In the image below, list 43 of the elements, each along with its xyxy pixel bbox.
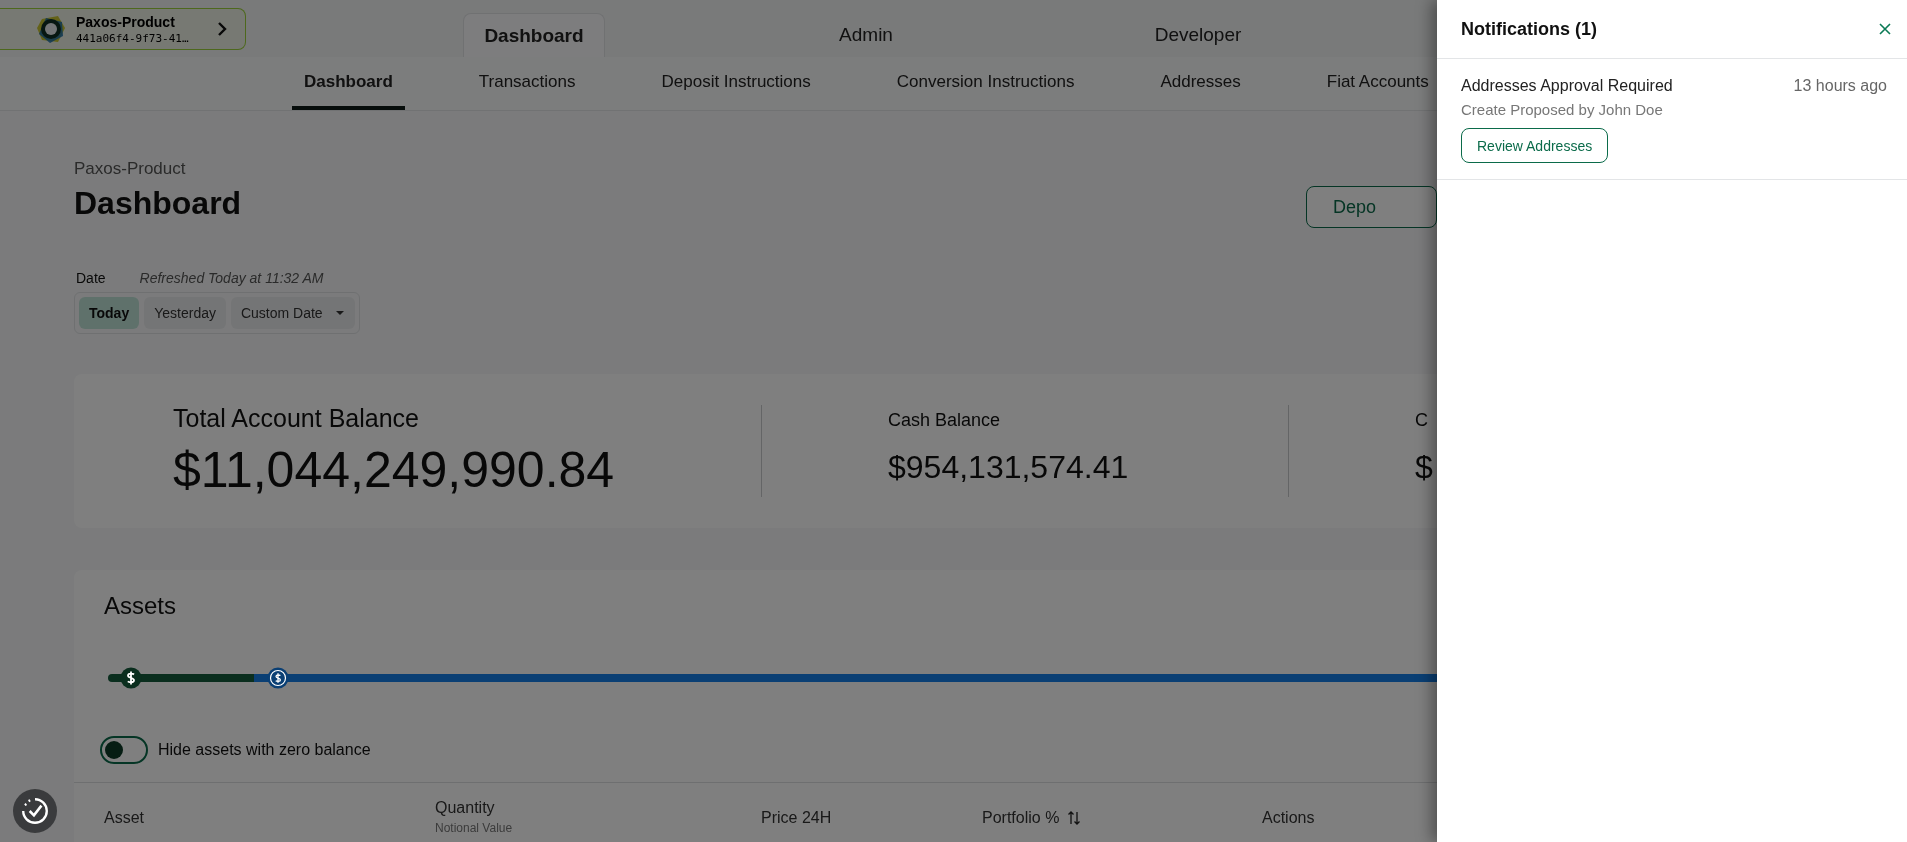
nav-tab[interactable]: Transactions xyxy=(466,57,588,110)
date-label: Date xyxy=(76,270,106,286)
toggle-switch[interactable] xyxy=(100,736,148,764)
page-title: Dashboard xyxy=(74,185,242,222)
column-header: Actions xyxy=(1262,809,1315,827)
toggle-label: Hide assets with zero balance xyxy=(158,741,371,759)
section-title: Assets xyxy=(103,591,178,620)
notification-subtitle: Create Proposed by John Doe xyxy=(1461,101,1664,118)
balance-label: Total Account Balance xyxy=(173,403,420,433)
nav-tab[interactable]: Dashboard xyxy=(292,57,405,110)
chevron-right-icon xyxy=(217,21,227,37)
nav-tab[interactable]: Conversion Instructions xyxy=(884,57,1087,110)
top-tab[interactable]: Admin xyxy=(795,13,937,57)
nav-tab[interactable]: Addresses xyxy=(1148,57,1253,110)
top-tab[interactable]: Dashboard xyxy=(463,13,605,57)
balance-label: Cash Balance xyxy=(888,410,1002,431)
balance-amount: $11,044,249,990.84 xyxy=(173,440,616,499)
top-tab[interactable]: Developer xyxy=(1127,13,1269,57)
balance-amount: $ xyxy=(1415,449,1434,486)
nav-tab[interactable]: Deposit Instructions xyxy=(649,57,823,110)
balance-label: C xyxy=(1415,410,1429,431)
date-dropdown[interactable]: Custom Date xyxy=(230,297,355,329)
date-option[interactable]: Yesterday xyxy=(144,297,226,329)
column-header: Asset xyxy=(104,809,144,827)
sort-icon[interactable] xyxy=(1067,810,1082,826)
column-header: Quantity xyxy=(435,799,495,817)
deposit-button[interactable]: Depo xyxy=(1305,186,1437,228)
close-icon[interactable] xyxy=(1877,21,1893,37)
notification-title: Addresses Approval Required xyxy=(1461,77,1673,95)
organization-switcher[interactable]: Paxos-Product 441a06f4-9f73-41… xyxy=(0,8,246,50)
review-button[interactable]: Review Addresses xyxy=(1461,128,1609,163)
logo-icon xyxy=(36,14,66,44)
nav-tab[interactable]: Fiat Accounts xyxy=(1314,57,1437,110)
panel-title: Notifications (1) xyxy=(1461,18,1597,40)
breadcrumb: Paxos-Product xyxy=(74,159,187,179)
column-header: Portfolio % xyxy=(982,809,1060,827)
column-header: Price 24H xyxy=(761,809,832,827)
refreshed-text: Refreshed Today at 11:32 AM xyxy=(139,270,324,286)
column-subheader: Notional Value xyxy=(435,821,514,835)
date-option[interactable]: Today xyxy=(79,297,140,329)
notification-time: 13 hours ago xyxy=(1793,77,1887,95)
balance-amount: $954,131,574.41 xyxy=(888,449,1130,486)
caret-icon xyxy=(334,310,345,316)
